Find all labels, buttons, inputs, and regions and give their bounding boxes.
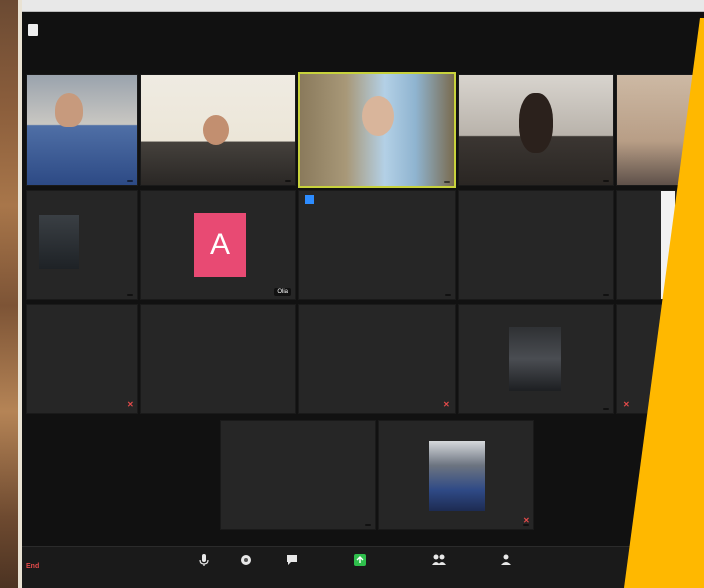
- participant-name: [445, 294, 451, 296]
- video-tile-2[interactable]: [140, 74, 296, 186]
- title-bar: [22, 0, 704, 12]
- participant-name: [285, 180, 291, 182]
- participant-tile-r2-5[interactable]: [616, 190, 704, 300]
- participant-name: [693, 180, 699, 182]
- meeting-toolbar: End: [22, 546, 704, 588]
- participant-tile-r4-2[interactable]: ✕: [378, 420, 534, 530]
- participant-tile-r3-3[interactable]: ✕: [298, 304, 456, 414]
- video-button[interactable]: [224, 551, 268, 585]
- participant-tile-r2-4[interactable]: [458, 190, 614, 300]
- video-tile-4[interactable]: [458, 74, 614, 186]
- profile-picture: [661, 191, 675, 299]
- muted-icon: ✕: [127, 400, 134, 409]
- profile-picture: [509, 327, 561, 391]
- avatar: A: [194, 213, 246, 277]
- participant-tile-r2-1[interactable]: [26, 190, 138, 300]
- profile-picture: [429, 441, 485, 511]
- participant-name: [365, 524, 371, 526]
- profile-picture: [39, 215, 79, 269]
- mic-icon: [197, 553, 211, 567]
- left-photo-strip: [0, 0, 22, 588]
- reactions-button[interactable]: [484, 551, 528, 585]
- participant-tile-r3-5[interactable]: ✕: [616, 304, 704, 414]
- video-tile-5[interactable]: [616, 74, 704, 186]
- mute-button[interactable]: [182, 551, 226, 585]
- muted-icon: ✕: [623, 400, 630, 409]
- video-tile-3-active-speaker[interactable]: [298, 72, 456, 188]
- participants-button[interactable]: [416, 551, 460, 585]
- share-screen-button[interactable]: [338, 551, 382, 585]
- participant-name: [127, 180, 133, 182]
- muted-icon: ✕: [443, 400, 450, 409]
- participant-tile-r4-1[interactable]: [220, 420, 376, 530]
- participant-tile-r3-1[interactable]: ✕: [26, 304, 138, 414]
- muted-icon: ✕: [523, 516, 530, 525]
- participant-name: Olia: [274, 288, 291, 296]
- chat-button[interactable]: [270, 551, 314, 585]
- participant-name: [603, 408, 609, 410]
- zoom-meeting-window: A Olia ✕ ✕ ✕ ✕ End: [22, 0, 704, 588]
- participant-name: [127, 294, 133, 296]
- participant-tile-r2-3[interactable]: [298, 190, 456, 300]
- participant-tile-r2-2[interactable]: A Olia: [140, 190, 296, 300]
- share-icon: [353, 553, 367, 567]
- participant-name: [603, 180, 609, 182]
- end-meeting-button[interactable]: End: [26, 563, 39, 570]
- participant-tile-r3-2[interactable]: [140, 304, 296, 414]
- participant-name: [444, 181, 450, 183]
- chat-icon: [285, 553, 299, 567]
- reactions-icon: [499, 553, 513, 567]
- participants-icon: [431, 553, 446, 567]
- participant-name: [603, 294, 609, 296]
- participant-tile-r3-4[interactable]: [458, 304, 614, 414]
- spotlight-badge-icon: [305, 195, 314, 204]
- video-tile-1[interactable]: [26, 74, 138, 186]
- document-icon[interactable]: [28, 24, 38, 36]
- camera-icon: [239, 553, 253, 567]
